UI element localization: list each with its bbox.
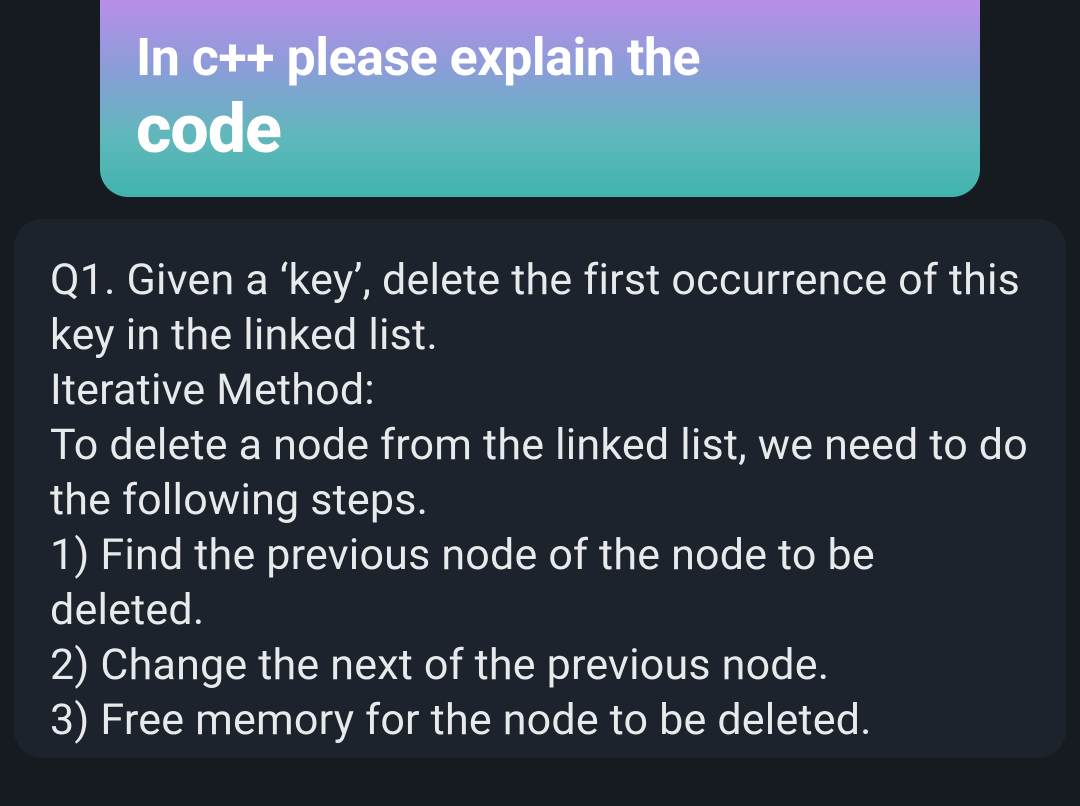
content-card: Q1. Given a ‘key’, delete the first occu… — [14, 219, 1066, 758]
method-intro: To delete a node from the linked list, w… — [50, 418, 1030, 528]
step-3: 3) Free memory for the node to be delete… — [50, 693, 1030, 748]
step-1: 1) Find the previous node of the node to… — [50, 528, 1030, 638]
question-intro: Q1. Given a ‘key’, delete the first occu… — [50, 253, 1030, 363]
header-title-line1: In c++ please explain the — [136, 28, 944, 88]
step-2: 2) Change the next of the previous node. — [50, 638, 1030, 693]
method-label: Iterative Method: — [50, 363, 1030, 418]
header-card: In c++ please explain the code — [100, 0, 980, 197]
question-body: Q1. Given a ‘key’, delete the first occu… — [50, 253, 1030, 748]
header-title-line2: code — [136, 92, 944, 167]
